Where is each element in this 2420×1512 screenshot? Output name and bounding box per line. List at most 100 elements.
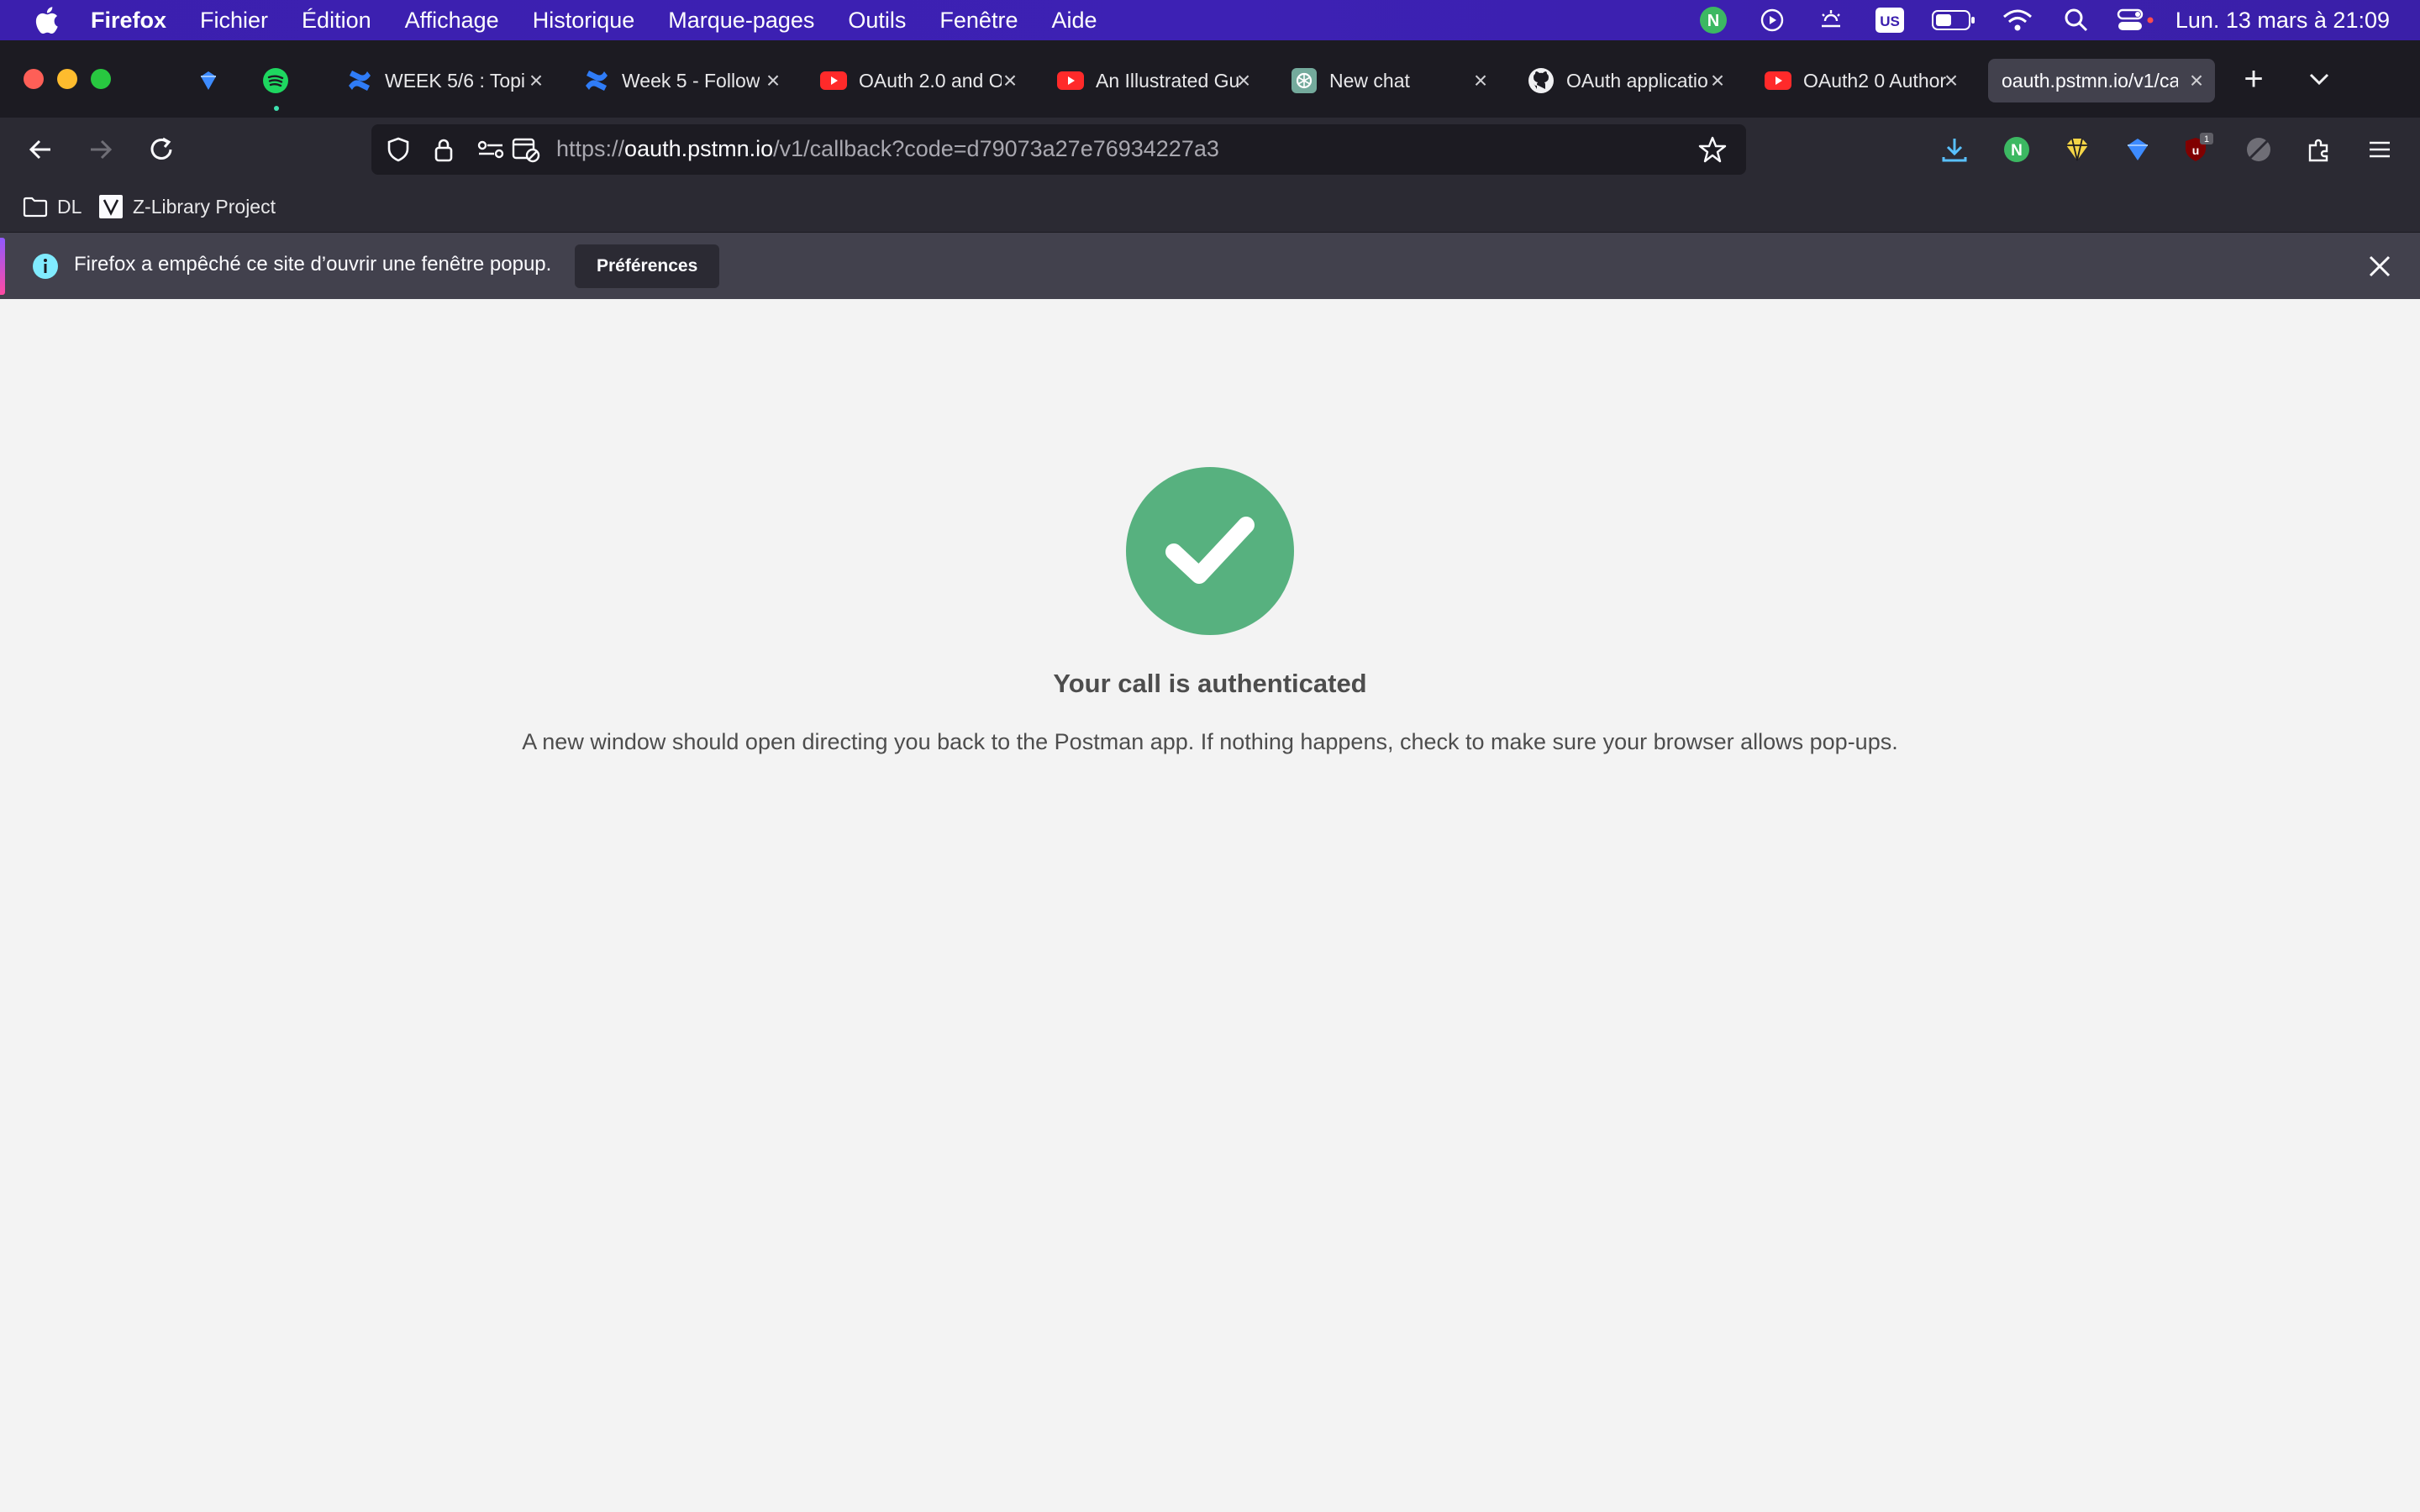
- tab-week-5-follow[interactable]: Week 5 - Follow ×: [583, 59, 785, 102]
- popup-blocked-notification: Firefox a empêché ce site d’ouvrir une f…: [0, 232, 2420, 299]
- ublock-origin-icon[interactable]: u1: [2181, 133, 2215, 166]
- close-tab-icon[interactable]: ×: [524, 67, 548, 94]
- back-arrow-icon: [29, 139, 50, 160]
- gem-extension-icon[interactable]: [2060, 133, 2094, 166]
- blocked-extension-icon[interactable]: [2242, 133, 2275, 166]
- menu-aide[interactable]: Aide: [1051, 8, 1097, 34]
- list-all-tabs-button[interactable]: [2301, 60, 2338, 97]
- tab-pinned-diamond[interactable]: [195, 59, 229, 102]
- bookmark-label: Z-Library Project: [133, 195, 276, 218]
- zlibrary-icon: [97, 193, 124, 220]
- minimize-window-button[interactable]: [57, 69, 77, 89]
- openai-icon: [1291, 67, 1318, 94]
- confluence-icon: [346, 67, 373, 94]
- svg-text:N: N: [2011, 142, 2023, 160]
- bookmark-z-library[interactable]: Z-Library Project: [97, 192, 276, 222]
- permissions-icon[interactable]: [476, 134, 506, 165]
- tab-title: oauth.pstmn.io/v1/ca: [2002, 69, 2178, 92]
- url-text[interactable]: https://oauth.pstmn.io/v1/callback?code=…: [556, 136, 1219, 162]
- extensions-puzzle-icon[interactable]: [2302, 133, 2336, 166]
- info-icon: [33, 254, 58, 279]
- back-button[interactable]: [20, 129, 60, 170]
- svg-text:N: N: [1707, 12, 1719, 30]
- svg-text:u: u: [2192, 144, 2200, 157]
- page-content: Your call is authenticated A new window …: [0, 299, 2420, 1512]
- navigation-toolbar: https://oauth.pstmn.io/v1/callback?code=…: [0, 118, 2420, 181]
- close-tab-icon[interactable]: ×: [998, 67, 1022, 94]
- n-extension-icon[interactable]: N: [2000, 133, 2033, 166]
- lock-icon[interactable]: [429, 134, 459, 165]
- tab-new-chat[interactable]: New chat ×: [1291, 59, 1492, 102]
- wifi-icon[interactable]: [1997, 0, 2038, 40]
- weather-icon[interactable]: [1811, 0, 1851, 40]
- apple-icon[interactable]: [30, 4, 62, 36]
- tab-active-oauth-callback[interactable]: oauth.pstmn.io/v1/ca ×: [1988, 59, 2215, 102]
- tab-strip: WEEK 5/6 : Topi × Week 5 - Follow × OAut…: [0, 40, 2420, 118]
- close-tab-icon[interactable]: ×: [1939, 67, 1963, 94]
- tab-oauth-2-and-o[interactable]: OAuth 2.0 and O ×: [820, 59, 1022, 102]
- notification-message: Firefox a empêché ce site d’ouvrir une f…: [74, 253, 552, 276]
- tab-oauth-application[interactable]: OAuth applicatio ×: [1528, 59, 1729, 102]
- menubar-clock[interactable]: Lun. 13 mars à 21:09: [2175, 8, 2390, 34]
- preferences-button[interactable]: Préférences: [575, 244, 720, 288]
- close-window-button[interactable]: [24, 69, 44, 89]
- shield-icon[interactable]: [383, 134, 413, 165]
- tab-pinned-spotify[interactable]: [262, 59, 299, 111]
- close-icon[interactable]: [2363, 249, 2396, 283]
- forward-button[interactable]: [81, 129, 121, 170]
- bookmark-folder-dl[interactable]: DL: [22, 192, 82, 222]
- close-tab-icon[interactable]: ×: [1469, 67, 1492, 94]
- bookmark-label: DL: [57, 195, 82, 218]
- reload-icon: [150, 137, 172, 160]
- youtube-icon: [1765, 67, 1791, 94]
- n-extension-status-icon[interactable]: N: [1693, 0, 1733, 40]
- tab-title: WEEK 5/6 : Topi: [385, 69, 526, 92]
- control-center-icon[interactable]: [2115, 0, 2155, 40]
- notification-accent: [0, 238, 5, 295]
- tab-title: OAuth applicatio: [1566, 69, 1708, 92]
- spotlight-search-icon[interactable]: [2056, 0, 2096, 40]
- diamond-icon: [195, 67, 222, 94]
- macos-menu-bar: Firefox Fichier Édition Affichage Histor…: [0, 0, 2420, 40]
- diamond-extension-icon[interactable]: [2121, 133, 2154, 166]
- svg-text:1: 1: [2204, 134, 2209, 144]
- play-icon[interactable]: [1752, 0, 1792, 40]
- youtube-icon: [820, 67, 847, 94]
- close-tab-icon[interactable]: ×: [761, 67, 785, 94]
- close-tab-icon[interactable]: ×: [1232, 67, 1255, 94]
- menu-fichier[interactable]: Fichier: [200, 8, 268, 34]
- downloads-icon[interactable]: [1938, 133, 1971, 166]
- url-bar[interactable]: https://oauth.pstmn.io/v1/callback?code=…: [371, 124, 1746, 175]
- tab-title: Week 5 - Follow: [622, 69, 760, 92]
- tab-title: OAuth2 0 Author: [1803, 69, 1946, 92]
- reload-button[interactable]: [141, 129, 182, 170]
- tab-title: An Illustrated Gu: [1096, 69, 1239, 92]
- tab-week-5-6[interactable]: WEEK 5/6 : Topi ×: [346, 59, 548, 102]
- confluence-icon: [583, 67, 610, 94]
- close-tab-icon[interactable]: ×: [1706, 67, 1729, 94]
- menu-edition[interactable]: Édition: [302, 8, 371, 34]
- forward-arrow-icon: [91, 139, 113, 160]
- svg-text:US: US: [1880, 13, 1900, 29]
- new-tab-button[interactable]: +: [2235, 60, 2272, 97]
- bookmark-star-icon[interactable]: [1697, 134, 1728, 165]
- page-description: A new window should open directing you b…: [522, 729, 1898, 754]
- menu-app-name[interactable]: Firefox: [91, 8, 166, 34]
- zoom-window-button[interactable]: [91, 69, 111, 89]
- menu-outils[interactable]: Outils: [848, 8, 906, 34]
- tab-illustrated-guide[interactable]: An Illustrated Gu ×: [1057, 59, 1255, 102]
- bookmarks-toolbar: DL Z-Library Project: [0, 181, 2420, 232]
- menu-affichage[interactable]: Affichage: [405, 8, 499, 34]
- github-icon: [1528, 67, 1555, 94]
- battery-icon[interactable]: [1928, 0, 1979, 40]
- input-source-icon[interactable]: US: [1870, 0, 1910, 40]
- tab-oauth2-authorization[interactable]: OAuth2 0 Author ×: [1765, 59, 1963, 102]
- close-tab-icon[interactable]: ×: [2185, 67, 2208, 94]
- menu-marque-pages[interactable]: Marque-pages: [668, 8, 814, 34]
- menu-historique[interactable]: Historique: [533, 8, 635, 34]
- hamburger-menu-icon[interactable]: [2363, 133, 2396, 166]
- youtube-icon: [1057, 67, 1084, 94]
- spotify-icon: [262, 67, 289, 94]
- popup-blocked-icon[interactable]: [511, 134, 541, 165]
- menu-fenetre[interactable]: Fenêtre: [939, 8, 1018, 34]
